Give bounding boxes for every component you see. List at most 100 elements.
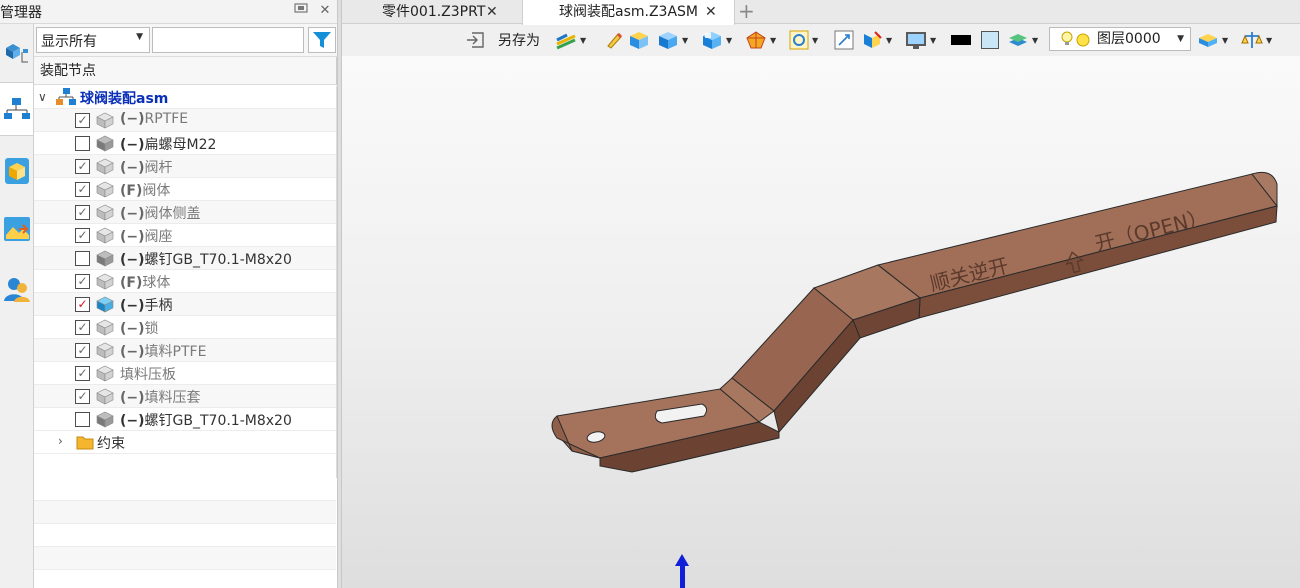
save-as-button[interactable]: 另存为 bbox=[498, 28, 540, 52]
tree-part-node[interactable]: (−)螺钉GB_T70.1-M8x20 bbox=[34, 247, 336, 270]
visibility-checkbox[interactable]: ✓ bbox=[75, 343, 90, 358]
tree-part-node[interactable]: ✓ (−)阀座 bbox=[34, 224, 336, 247]
tree-part-node[interactable]: ✓ (−)阀体侧盖 bbox=[34, 201, 336, 224]
visibility-checkbox[interactable]: ✓ bbox=[75, 320, 90, 335]
add-tab-icon[interactable]: + bbox=[738, 0, 755, 22]
tree-part-node[interactable]: ✓ (F)球体 bbox=[34, 270, 336, 293]
part-cube-icon bbox=[96, 112, 114, 129]
measure-icon[interactable]: ▼ bbox=[1241, 28, 1272, 52]
layer-value: 图层0000 bbox=[1097, 31, 1161, 47]
tree-part-node[interactable]: ✓ (−)填料压套 bbox=[34, 385, 336, 408]
part-label: (F)球体 bbox=[120, 272, 170, 292]
tree-constraints-node[interactable]: › 约束 bbox=[34, 431, 336, 454]
import-icon[interactable] bbox=[466, 28, 486, 52]
visibility-checkbox[interactable] bbox=[75, 136, 90, 151]
visibility-checkbox[interactable]: ✓ bbox=[75, 389, 90, 404]
tree-part-node[interactable]: ✓ (−)手柄 bbox=[34, 293, 336, 316]
part-name: 扁螺母M22 bbox=[144, 137, 217, 153]
history-tree-icon[interactable] bbox=[0, 82, 33, 136]
part-view-icon[interactable] bbox=[0, 144, 33, 198]
layer-manager-icon[interactable]: ▼ bbox=[1197, 28, 1228, 52]
visibility-checkbox[interactable]: ✓ bbox=[75, 113, 90, 128]
fit-window-icon[interactable] bbox=[834, 28, 854, 52]
tree-part-node[interactable]: ✓ (−)阀杆 bbox=[34, 155, 336, 178]
pin-icon[interactable] bbox=[292, 2, 310, 20]
part-cube-icon bbox=[96, 273, 114, 290]
tree-root-node[interactable]: ∨ 球阀装配asm bbox=[34, 86, 336, 109]
part-name: 填料压套 bbox=[144, 390, 201, 406]
visibility-checkbox[interactable] bbox=[75, 412, 90, 427]
part-label: (−)手柄 bbox=[120, 295, 173, 315]
orient-icon[interactable]: ▼ bbox=[861, 28, 892, 52]
close-tab-icon[interactable]: ✕ bbox=[705, 0, 717, 24]
manager-title: 管理器 bbox=[0, 5, 42, 21]
tree-part-node[interactable]: (−)螺钉GB_T70.1-M8x20 bbox=[34, 408, 336, 431]
filter-cube-icon[interactable]: ▼ bbox=[745, 28, 776, 52]
part-state-prefix: (−) bbox=[120, 137, 145, 153]
chevron-right-icon[interactable]: › bbox=[58, 434, 63, 448]
tab-part001[interactable]: 零件001.Z3PRT ✕ bbox=[342, 0, 522, 24]
tab-label: 零件001.Z3PRT bbox=[382, 4, 486, 20]
user-roles-icon[interactable] bbox=[0, 262, 33, 316]
background-swatch-icon[interactable] bbox=[981, 28, 999, 52]
image-view-icon[interactable] bbox=[0, 202, 33, 256]
part-cube-icon bbox=[96, 296, 114, 313]
part-name: RPTFE bbox=[144, 111, 189, 127]
display-filter-value: 显示所有 bbox=[41, 34, 97, 50]
part-name: 手柄 bbox=[144, 298, 173, 314]
manager-side-tabs bbox=[0, 24, 34, 588]
layer-stack-icon[interactable]: ▼ bbox=[1007, 28, 1038, 52]
solid-view-icon[interactable] bbox=[628, 28, 650, 52]
close-tab-icon[interactable]: ✕ bbox=[486, 0, 498, 24]
tree-column-header[interactable]: 装配节点 bbox=[34, 57, 336, 85]
part-cube-icon bbox=[96, 388, 114, 405]
part-label: (−)阀杆 bbox=[120, 157, 173, 177]
part-cube-icon bbox=[96, 204, 114, 221]
visibility-checkbox[interactable]: ✓ bbox=[75, 182, 90, 197]
visibility-checkbox[interactable]: ✓ bbox=[75, 205, 90, 220]
pen-icon[interactable] bbox=[605, 28, 623, 52]
part-name: 球体 bbox=[142, 275, 171, 291]
visibility-checkbox[interactable] bbox=[75, 251, 90, 266]
tree-part-node[interactable]: ✓ 填料压板 bbox=[34, 362, 336, 385]
part-state-prefix: (−) bbox=[120, 390, 145, 406]
part-cube-icon bbox=[96, 250, 114, 267]
tree-part-node[interactable]: (−)扁螺母M22 bbox=[34, 132, 336, 155]
handle-model[interactable]: 顺关逆开 开（OPEN） bbox=[342, 56, 1300, 588]
section-view-icon[interactable]: ▼ bbox=[701, 28, 732, 52]
part-name: 螺钉GB_T70.1-M8x20 bbox=[144, 252, 292, 268]
funnel-icon[interactable] bbox=[308, 27, 336, 53]
visibility-checkbox[interactable]: ✓ bbox=[75, 297, 90, 312]
visibility-checkbox[interactable]: ✓ bbox=[75, 228, 90, 243]
close-icon[interactable]: ✕ bbox=[316, 2, 334, 20]
render-mode-icon[interactable]: ▼ bbox=[555, 28, 586, 52]
tab-ball-valve-asm[interactable]: 球阀装配asm.Z3ASM ✕ bbox=[522, 0, 735, 25]
layer-select[interactable]: 图层0000 ▼ bbox=[1049, 27, 1191, 51]
graphics-viewport[interactable]: 顺关逆开 开（OPEN） bbox=[342, 56, 1300, 588]
view-cube-icon[interactable]: ▼ bbox=[657, 28, 688, 52]
color-swatch-icon[interactable] bbox=[951, 28, 971, 52]
folder-icon bbox=[76, 434, 94, 454]
tree-part-node[interactable]: ✓ (F)阀体 bbox=[34, 178, 336, 201]
tree-part-node[interactable]: ✓ (−)填料PTFE bbox=[34, 339, 336, 362]
part-label: (F)阀体 bbox=[120, 180, 170, 200]
save-as-label: 另存为 bbox=[498, 33, 540, 49]
tree-part-node[interactable]: ✓ (−)锁 bbox=[34, 316, 336, 339]
zoom-fit-icon[interactable]: ▼ bbox=[789, 28, 818, 52]
visibility-checkbox[interactable]: ✓ bbox=[75, 366, 90, 381]
lightbulb-icon[interactable] bbox=[1060, 31, 1074, 54]
assembly-manager-icon[interactable] bbox=[0, 26, 33, 80]
visibility-checkbox[interactable]: ✓ bbox=[75, 274, 90, 289]
view-toolbar: 另存为 ▼ ▼ ▼ ▼ ▼ ▼ ▼ ▼ 图层0000 ▼ ▼ ▼ bbox=[342, 24, 1300, 56]
display-icon[interactable]: ▼ bbox=[905, 28, 936, 52]
display-filter-select[interactable]: 显示所有 ▼ bbox=[36, 27, 150, 53]
visibility-checkbox[interactable]: ✓ bbox=[75, 159, 90, 174]
filter-search-input[interactable] bbox=[152, 27, 304, 53]
part-cube-icon bbox=[96, 411, 114, 428]
part-cube-icon bbox=[96, 319, 114, 336]
document-tabs: 零件001.Z3PRT ✕ 球阀装配asm.Z3ASM ✕ + bbox=[342, 0, 1300, 25]
chevron-down-icon[interactable]: ∨ bbox=[38, 90, 47, 104]
tree-part-node[interactable]: ✓ (−)RPTFE bbox=[34, 109, 336, 132]
part-label: (−)螺钉GB_T70.1-M8x20 bbox=[120, 249, 292, 269]
part-label: (−)锁 bbox=[120, 318, 159, 338]
